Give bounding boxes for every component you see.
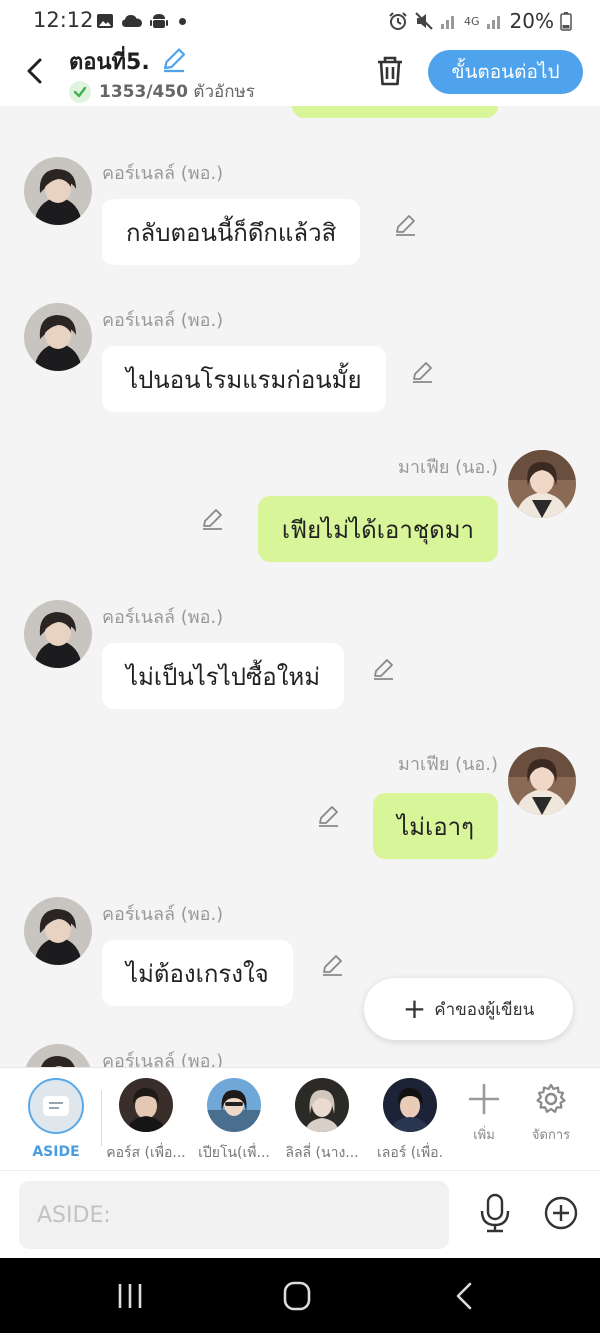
manage-label: จัดการ [531,1128,571,1143]
edit-title-icon[interactable] [160,46,188,74]
character-ler[interactable]: เลอร์ (เพื่อ. [366,1078,454,1164]
message-bubble[interactable]: เฟียไม่ได้เอาชุดมา [257,496,498,562]
edit-message-icon[interactable] [371,656,397,682]
character-aside[interactable]: ASIDE [12,1078,100,1160]
avatar-cornell[interactable] [24,303,92,371]
status-bar: 12:12 4G 20% [0,0,600,42]
character-label: เลอร์ (เพื่อ. [376,1145,444,1161]
battery-percent: 20% [509,9,554,33]
character-label: คอร์ส (เพื่อ... [106,1145,186,1161]
gallery-icon [97,14,113,28]
character-avatar [207,1078,261,1132]
edit-message-icon[interactable] [200,506,226,532]
character-selector: ASIDE คอร์ส (เพื่อ... เปียโน(เพื่... ลิล… [0,1067,600,1170]
character-count: 1353/450 ตัวอักษร [69,78,255,105]
add-label: เพิ่ม [473,1128,495,1143]
character-avatar [119,1078,173,1132]
character-count-value: 1353/450 [99,82,189,102]
aside-avatar [28,1078,84,1134]
avatar-cornell[interactable] [24,1044,92,1067]
sender-name: คอร์เนลล์ (พอ.) [102,163,224,184]
avatar-cornell[interactable] [24,157,92,225]
avatar-cornell[interactable] [24,897,92,965]
message-bubble[interactable]: ไม่เอาๆ [373,793,498,859]
character-lily[interactable]: ลิลลี่ (นาง... [278,1078,366,1164]
avatar-cornell[interactable] [24,600,92,668]
status-time: 12:12 [33,8,94,32]
alarm-icon [389,12,407,30]
author-note-button[interactable]: + คำของผู้เขียน [364,978,573,1040]
trash-icon[interactable] [374,54,406,88]
signal-icon-2 [486,16,500,29]
message-bubble[interactable]: กลับตอนนี้ก็ดึกแล้วสิ [102,199,361,265]
mute-icon [415,12,433,30]
aside-input[interactable] [19,1181,449,1249]
character-avatar [383,1078,437,1132]
sender-name: คอร์เนลล์ (พอ.) [102,607,224,628]
status-left-icons [96,11,186,31]
cloud-icon [122,15,142,27]
gear-icon [536,1083,566,1113]
android-icon [150,14,168,28]
speech-bubble-icon [43,1096,69,1116]
partial-message-bubble[interactable] [292,106,498,118]
check-circle-icon [69,80,91,103]
signal-icon [441,16,455,29]
episode-title[interactable]: ตอนที่5. [69,44,150,79]
next-step-button[interactable]: ขั้นตอนต่อไป [428,50,583,94]
character-count-unit: ตัวอักษร [193,82,255,102]
top-app-bar: ตอนที่5. 1353/450 ตัวอักษร ขั้นตอนต่อไป [0,42,600,106]
character-label: เปียโน(เพื่... [198,1145,270,1161]
edit-message-icon[interactable] [393,212,419,238]
microphone-icon[interactable] [478,1193,512,1233]
sender-name: คอร์เนลล์ (พอ.) [102,1051,224,1067]
plus-icon: + [402,992,427,1025]
notification-dot-icon [179,17,186,25]
sender-name: คอร์เนลล์ (พอ.) [102,310,224,331]
sender-name: คอร์เนลล์ (พอ.) [102,904,224,925]
back-arrow-icon[interactable] [22,56,48,86]
character-kors[interactable]: คอร์ส (เพื่อ... [102,1078,190,1164]
character-label: ลิลลี่ (นาง... [285,1145,359,1161]
message-bubble[interactable]: ไม่เป็นไรไปซื้อใหม่ [102,643,345,709]
composer-bar [0,1170,600,1258]
author-note-label: คำของผู้เขียน [434,999,535,1020]
sender-name: มาเฟีย (นอ.) [397,457,498,478]
recent-apps-icon[interactable] [110,1280,150,1312]
sender-name: มาเฟีย (นอ.) [397,754,498,775]
home-icon[interactable] [277,1280,317,1312]
avatar-mafia[interactable] [508,747,576,815]
system-navigation-bar [0,1258,600,1333]
edit-message-icon[interactable] [316,803,342,829]
character-piano[interactable]: เปียโน(เพื่... [190,1078,278,1164]
message-bubble[interactable]: ไม่ต้องเกรงใจ [102,940,293,1006]
status-right-icons: 4G 20% [388,9,572,33]
manage-button[interactable]: จัดการ [521,1082,581,1145]
avatar-mafia[interactable] [508,450,576,518]
plus-icon [468,1083,500,1115]
edit-message-icon[interactable] [410,359,436,385]
add-circle-icon[interactable] [543,1195,579,1231]
battery-icon [560,12,572,31]
message-bubble[interactable]: ไปนอนโรมแรมก่อนมั้ย [102,346,386,412]
back-nav-icon[interactable] [446,1280,486,1312]
edit-message-icon[interactable] [320,952,346,978]
chat-area[interactable]: คอร์เนลล์ (พอ.) กลับตอนนี้ก็ดึกแล้วสิ คอ… [0,106,600,1067]
add-character-button[interactable]: เพิ่ม [454,1082,514,1145]
character-avatar [295,1078,349,1132]
network-type: 4G [464,14,480,28]
character-label: ASIDE [32,1144,80,1160]
